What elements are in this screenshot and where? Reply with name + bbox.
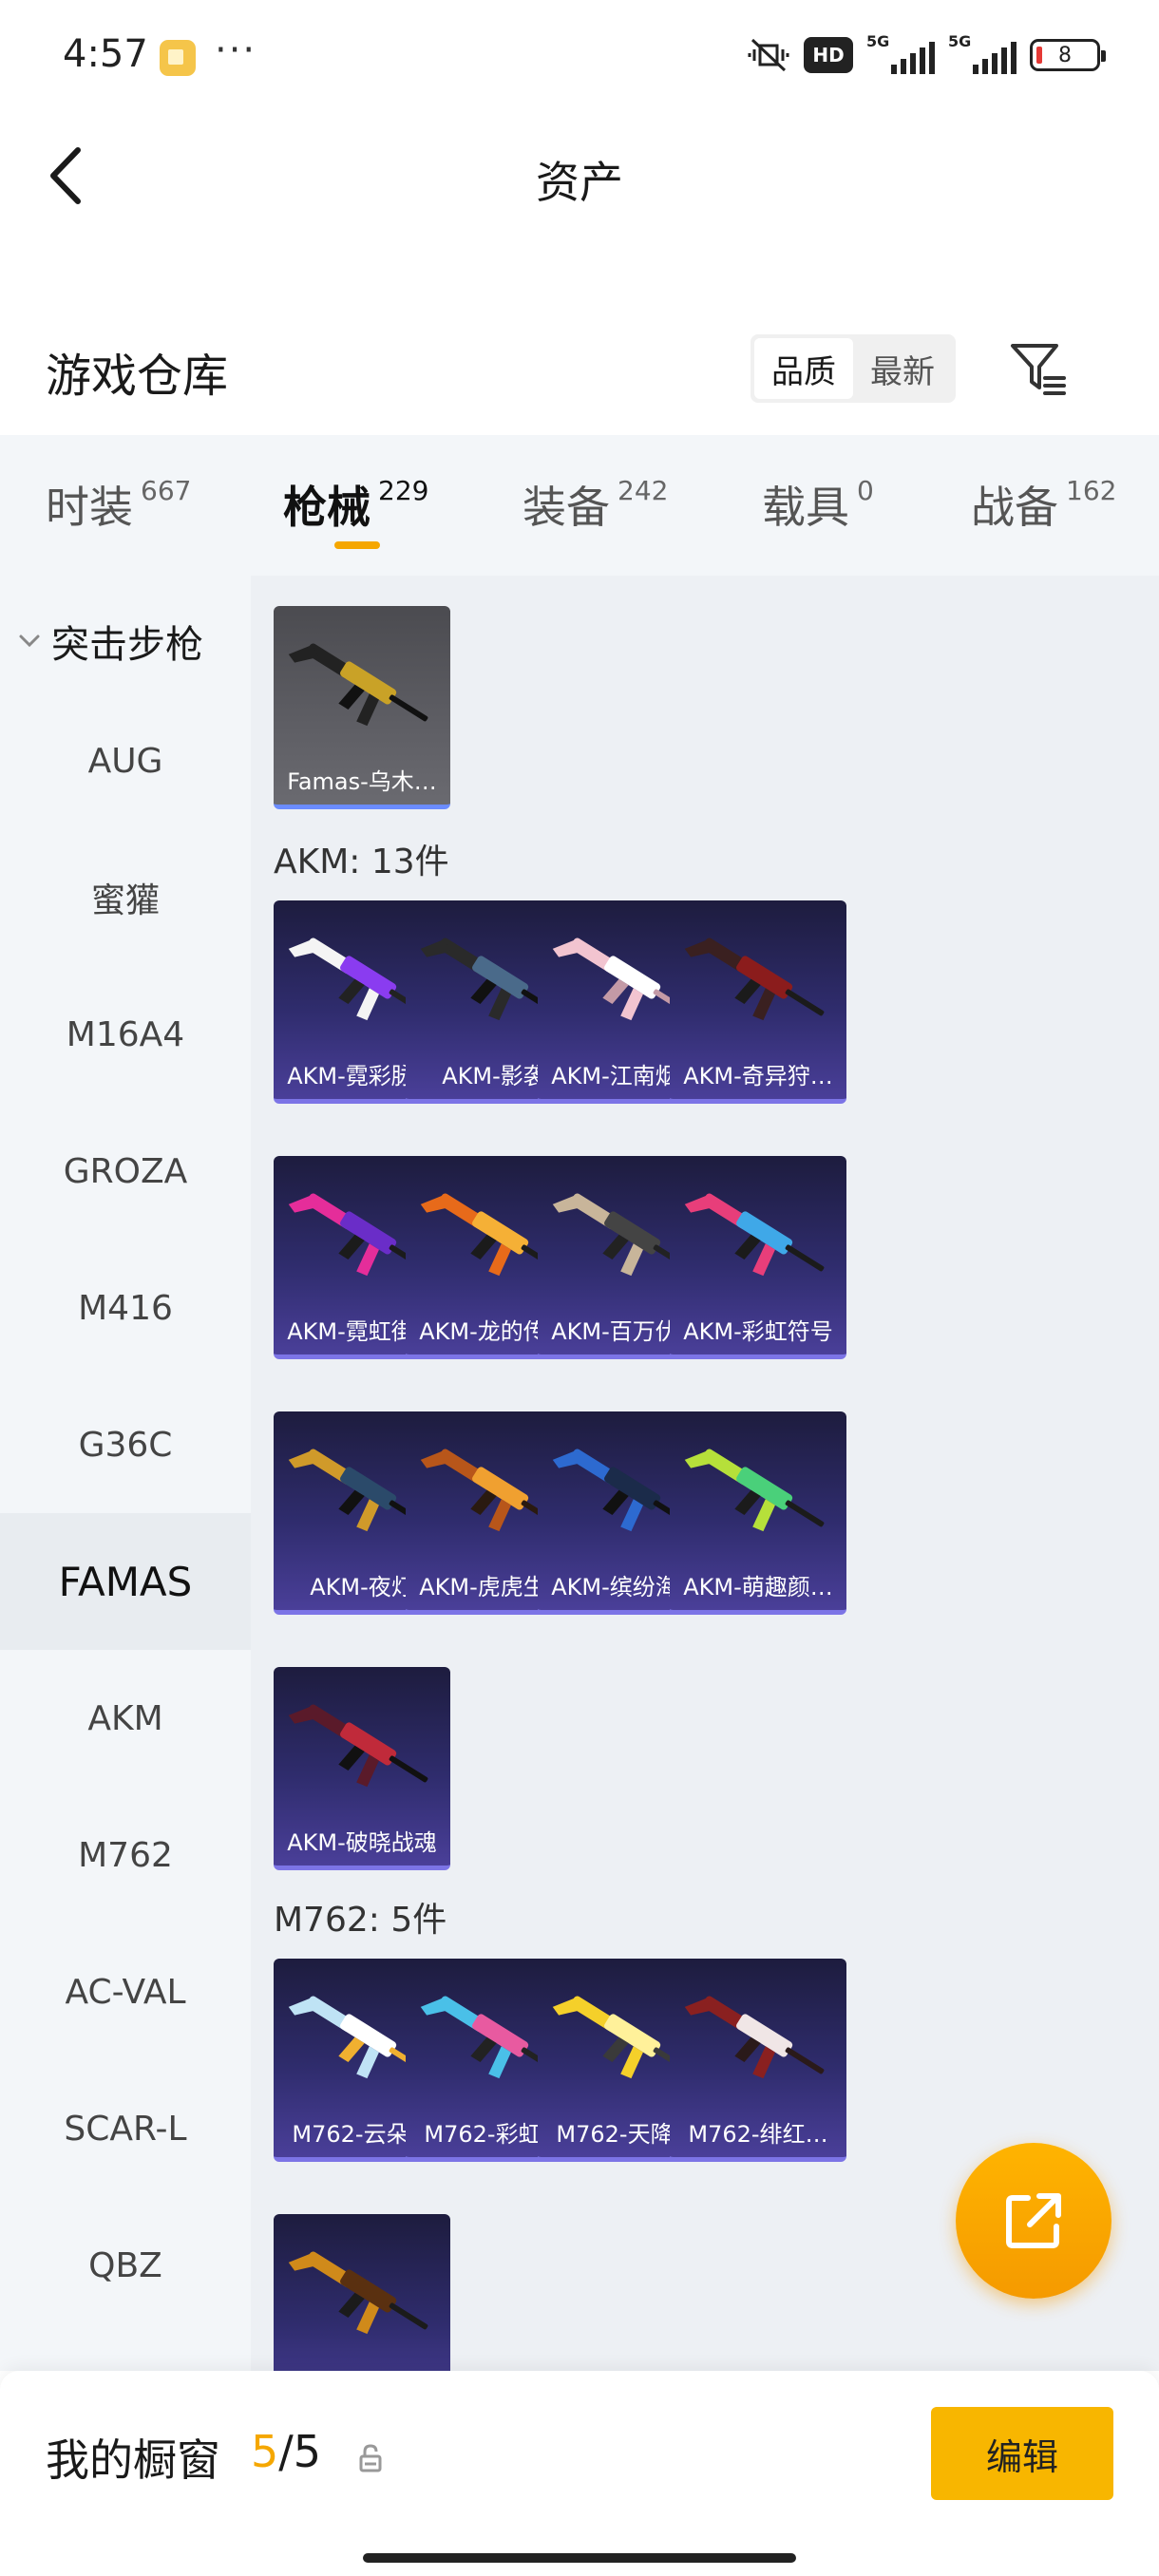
tab-fashion[interactable]: 时装 667 xyxy=(46,473,191,536)
sidebar-item-1[interactable]: 蜜獾 xyxy=(0,829,251,966)
active-tab-indicator xyxy=(334,541,380,549)
sort-toggle: 品质 最新 xyxy=(750,334,956,403)
gun-thumbnail-icon xyxy=(288,2251,428,2335)
skin-name: M762-绯红… xyxy=(688,2121,828,2148)
warehouse-header: 游戏仓库 品质 最新 xyxy=(0,313,1159,427)
sidebar-item-5[interactable]: G36C xyxy=(0,1376,251,1513)
weapon-sidebar: 突击步枪 AUG 蜜獾 M16A4 GROZA M416 G36C FAMAS AKM M762… xyxy=(0,576,251,2371)
skin-card[interactable]: AKM-奇异狩… xyxy=(670,900,846,1104)
notification-app-icon xyxy=(160,40,196,76)
sidebar-item-7[interactable]: AKM xyxy=(0,1650,251,1787)
skin-grid: Famas-乌木… AKM: 13件 AKM-霓彩脉冲 AKM-影袭 AKM-江南烟雨 A… xyxy=(251,576,1159,2371)
skin-name: AKM-奇异狩… xyxy=(683,1063,833,1089)
edit-button[interactable]: 编辑 xyxy=(931,2407,1113,2500)
hd-voice-icon: HD xyxy=(804,37,853,73)
skin-card[interactable]: AKM-破晓战魂 xyxy=(274,1667,450,1870)
signal-icon-2: 5G xyxy=(948,32,1016,74)
skin-card[interactable]: AKM-彩虹符号 xyxy=(670,1156,846,1359)
chevron-down-icon xyxy=(19,635,40,648)
tab-equipment[interactable]: 装备 242 xyxy=(522,473,668,536)
sidebar-item-10[interactable]: SCAR-L xyxy=(0,2060,251,2197)
lock-icon xyxy=(359,2444,382,2472)
gun-thumbnail-icon xyxy=(684,938,825,1021)
tab-vehicles[interactable]: 载具 0 xyxy=(762,473,874,536)
sidebar-item-2[interactable]: M16A4 xyxy=(0,966,251,1103)
section-title: 游戏仓库 xyxy=(46,350,229,403)
showcase-label: 我的橱窗 xyxy=(46,2434,220,2486)
skin-card[interactable]: AKM-萌趣颜… xyxy=(670,1411,846,1615)
signal-icon-1: 5G xyxy=(866,32,935,74)
home-indicator[interactable] xyxy=(363,2553,796,2563)
more-notifications-icon: ··· xyxy=(215,28,257,72)
app-header: 资产 xyxy=(0,114,1159,237)
page-title: 资产 xyxy=(536,157,623,208)
sidebar-item-0[interactable]: AUG xyxy=(0,692,251,829)
tab-firearms[interactable]: 枪械 229 xyxy=(283,473,428,536)
gun-thumbnail-icon xyxy=(684,1996,825,2079)
category-tabs: 时装 667 枪械 229 装备 242 载具 0 战备 162 xyxy=(0,435,1159,576)
showcase-count: 5/5 xyxy=(251,2426,322,2477)
skin-name: AKM-破晓战魂 xyxy=(287,1829,437,1856)
battery-icon: 8 xyxy=(1030,39,1106,71)
sidebar-item-6[interactable]: FAMAS xyxy=(0,1513,251,1650)
sort-by-newest[interactable]: 最新 xyxy=(853,338,952,399)
gun-thumbnail-icon xyxy=(288,643,428,727)
vibrate-mute-icon xyxy=(748,38,789,72)
tab-supplies[interactable]: 战备 162 xyxy=(971,473,1116,536)
showcase-bar: 我的橱窗 5/5 编辑 xyxy=(0,2371,1159,2576)
group-label: AKM: 13件 xyxy=(274,843,449,881)
skin-name: AKM-彩虹符号 xyxy=(683,1318,833,1345)
gun-thumbnail-icon xyxy=(684,1449,825,1532)
skin-name: Famas-乌木… xyxy=(287,768,437,795)
category-assault-rifles[interactable]: 突击步枪 xyxy=(17,614,203,669)
filter-icon[interactable] xyxy=(1007,338,1070,401)
sidebar-item-9[interactable]: AC-VAL xyxy=(0,1923,251,2060)
skin-card[interactable]: Famas-乌木… xyxy=(274,606,450,809)
sidebar-item-3[interactable]: GROZA xyxy=(0,1103,251,1240)
skin-card[interactable]: M762-绯红… xyxy=(670,1959,846,2162)
share-external-icon xyxy=(1006,2193,1061,2248)
sidebar-item-8[interactable]: M762 xyxy=(0,1787,251,1923)
group-label: M762: 5件 xyxy=(274,1901,447,1940)
gun-thumbnail-icon xyxy=(288,1704,428,1788)
sidebar-item-4[interactable]: M416 xyxy=(0,1240,251,1376)
share-button[interactable] xyxy=(956,2143,1112,2299)
status-bar: 4:57 ··· HD 5G 5G 8 xyxy=(0,0,1159,114)
status-time: 4:57 xyxy=(63,32,148,76)
sort-by-quality[interactable]: 品质 xyxy=(754,338,853,399)
skin-name: AKM-萌趣颜… xyxy=(683,1574,833,1601)
skin-card[interactable] xyxy=(274,2214,450,2371)
gun-thumbnail-icon xyxy=(684,1193,825,1277)
sidebar-item-11[interactable]: QBZ xyxy=(0,2197,251,2334)
